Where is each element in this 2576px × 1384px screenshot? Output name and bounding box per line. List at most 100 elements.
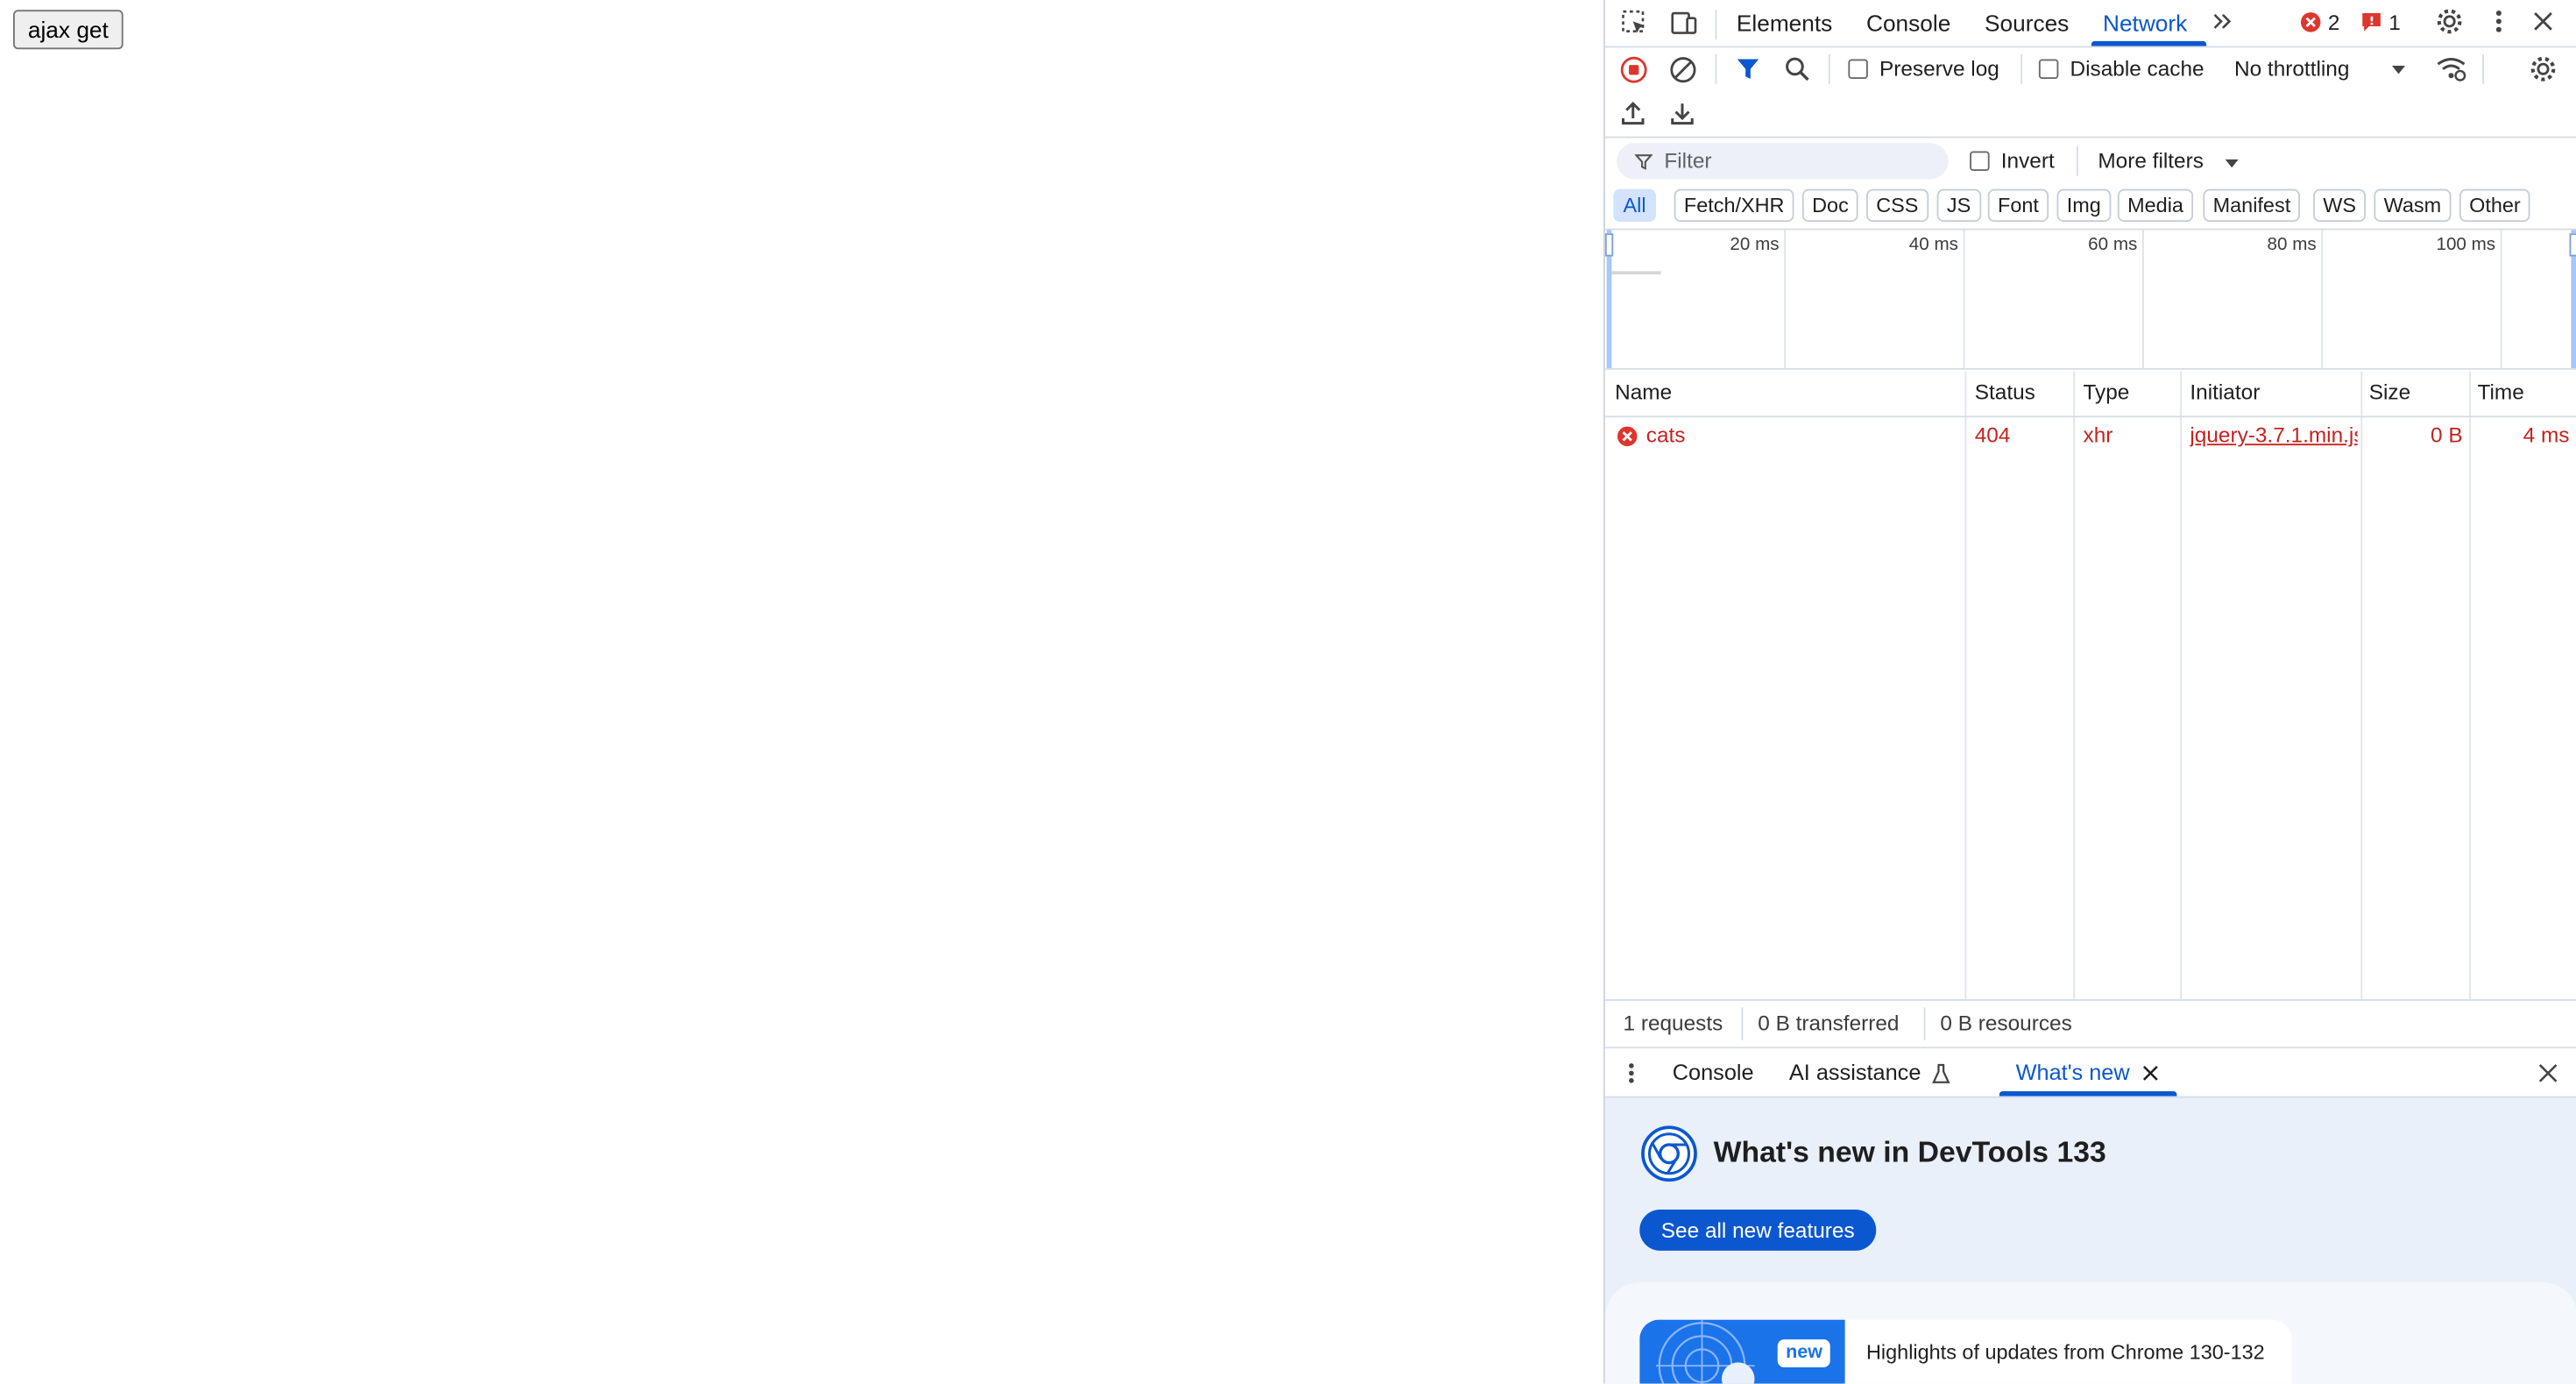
- drawer-menu-kebab-icon[interactable]: [1622, 1059, 1642, 1089]
- type-filter-font[interactable]: Font: [1988, 189, 2049, 223]
- disable-cache-checkbox[interactable]: [2039, 60, 2059, 80]
- dropdown-caret-icon: [2390, 62, 2407, 75]
- summary-requests: 1 requests: [1624, 1011, 1723, 1035]
- network-settings-gear-icon[interactable]: [2527, 53, 2560, 86]
- tab-console[interactable]: Console: [1866, 10, 1950, 36]
- divider: [1605, 46, 2576, 48]
- filter-input[interactable]: Filter: [1617, 143, 1949, 179]
- invert-checkbox[interactable]: [1970, 152, 1990, 172]
- timeline-gridline: [2142, 231, 2144, 369]
- toolbar-divider: [2077, 146, 2078, 176]
- type-filter-img[interactable]: Img: [2057, 189, 2112, 223]
- more-filters-button[interactable]: More filters: [2098, 148, 2204, 173]
- disable-cache-label: Disable cache: [2070, 56, 2204, 81]
- type-filter-doc[interactable]: Doc: [1802, 189, 1858, 223]
- column-initiator[interactable]: Initiator: [2190, 380, 2260, 404]
- search-icon[interactable]: [1781, 53, 1815, 86]
- error-count[interactable]: 2: [2328, 10, 2340, 34]
- column-divider: [2180, 372, 2182, 999]
- highlights-card-text: Highlights of updates from Chrome 130-13…: [1866, 1341, 2265, 1364]
- request-initiator-link[interactable]: jquery-3.7.1.min.js: [2190, 422, 2357, 447]
- more-tabs-chevron-icon[interactable]: [2210, 7, 2236, 37]
- toolbar-divider: [1716, 10, 1717, 39]
- throttling-value: No throttling: [2234, 56, 2349, 81]
- whats-new-panel: What's new in DevTools 133 See all new f…: [1605, 1098, 2576, 1384]
- timeline-tick: 20 ms: [1681, 235, 1780, 255]
- tab-network[interactable]: Network: [2103, 10, 2187, 36]
- drawer-tab-whats-new[interactable]: What's new: [2016, 1060, 2130, 1084]
- toolbar-divider: [1829, 54, 1830, 84]
- column-divider: [1965, 372, 1967, 999]
- type-filter-fetch-xhr[interactable]: Fetch/XHR: [1674, 189, 1794, 223]
- device-toolbar-icon[interactable]: [1667, 7, 1701, 40]
- highlights-card[interactable]: new Highlights of updates from Chrome 13…: [1639, 1320, 2291, 1384]
- preserve-log-checkbox[interactable]: [1848, 60, 1868, 80]
- timeline-tick: 80 ms: [2218, 235, 2317, 255]
- type-filter-css[interactable]: CSS: [1866, 189, 1928, 223]
- filter-funnel-small-icon: [1633, 152, 1653, 172]
- network-conditions-wifi-icon[interactable]: [2433, 53, 2469, 86]
- column-status[interactable]: Status: [1975, 380, 2035, 404]
- column-name[interactable]: Name: [1615, 380, 1672, 404]
- preserve-log-label: Preserve log: [1879, 56, 1999, 81]
- column-size[interactable]: Size: [2369, 380, 2410, 404]
- import-har-upload-icon[interactable]: [1617, 97, 1650, 131]
- timeline-grip-right[interactable]: [2570, 233, 2576, 256]
- inspect-element-icon[interactable]: [1618, 7, 1652, 40]
- close-drawer-icon[interactable]: [2535, 1060, 2561, 1086]
- column-type[interactable]: Type: [2084, 380, 2130, 404]
- highlights-card-image: new: [1639, 1320, 1844, 1384]
- issues-icon[interactable]: [2360, 10, 2382, 32]
- request-status: 404: [1975, 422, 2011, 447]
- timeline-request-bar: [1611, 271, 1660, 274]
- type-filter-all[interactable]: All: [1613, 189, 1656, 223]
- request-type: xhr: [2084, 422, 2113, 447]
- close-whats-new-tab-icon[interactable]: [2141, 1063, 2161, 1083]
- invert-label: Invert: [2001, 148, 2055, 173]
- tab-sources[interactable]: Sources: [1985, 10, 2069, 36]
- timeline-gridline: [2321, 231, 2323, 369]
- type-filter-wasm[interactable]: Wasm: [2374, 189, 2451, 223]
- throttling-select[interactable]: No throttling: [2219, 51, 2413, 87]
- more-options-kebab-icon[interactable]: [2486, 5, 2512, 39]
- ajax-get-button[interactable]: ajax get: [13, 10, 124, 49]
- filter-placeholder: Filter: [1664, 148, 1711, 173]
- clear-icon[interactable]: [1666, 53, 1699, 86]
- timeline-grip-left[interactable]: [1605, 233, 1613, 256]
- see-all-features-button[interactable]: See all new features: [1639, 1210, 1876, 1251]
- type-filter-media[interactable]: Media: [2118, 189, 2193, 223]
- summary-transferred: 0 B transferred: [1758, 1011, 1899, 1035]
- experiment-flask-icon: [1930, 1061, 1950, 1084]
- toolbar-divider: [2482, 54, 2484, 84]
- close-devtools-icon[interactable]: [2529, 5, 2558, 39]
- issues-count[interactable]: 1: [2388, 10, 2401, 34]
- column-divider: [2360, 372, 2362, 999]
- settings-gear-icon[interactable]: [2433, 5, 2466, 39]
- summary-resources: 0 B resources: [1940, 1011, 2071, 1035]
- type-filter-js[interactable]: JS: [1937, 189, 1981, 223]
- new-badge: new: [1778, 1339, 1831, 1367]
- error-icon: [1615, 424, 1638, 447]
- filter-funnel-icon[interactable]: [1731, 53, 1765, 86]
- record-stop-icon[interactable]: [1617, 53, 1650, 86]
- whats-new-title: What's new in DevTools 133: [1714, 1136, 2106, 1170]
- type-filter-ws[interactable]: WS: [2313, 189, 2366, 223]
- divider: [1605, 137, 2576, 138]
- type-filter-manifest[interactable]: Manifest: [2203, 189, 2300, 223]
- export-har-download-icon[interactable]: [1666, 97, 1699, 131]
- toolbar-divider: [2020, 54, 2022, 84]
- request-time: 4 ms: [2473, 422, 2570, 447]
- column-time[interactable]: Time: [2478, 380, 2524, 404]
- request-name[interactable]: cats: [1646, 422, 1686, 447]
- summary-divider: [1742, 1007, 1744, 1040]
- drawer-tab-ai-assistance[interactable]: AI assistance: [1789, 1060, 1921, 1084]
- column-divider: [2469, 372, 2471, 999]
- tab-elements[interactable]: Elements: [1737, 10, 1832, 36]
- more-filters-caret-icon[interactable]: [2223, 156, 2240, 169]
- summary-divider: [1924, 1007, 1926, 1040]
- error-icon[interactable]: [2298, 10, 2321, 32]
- type-filter-other[interactable]: Other: [2459, 189, 2530, 223]
- drawer-tab-console[interactable]: Console: [1673, 1060, 1754, 1084]
- toolbar-divider: [1716, 54, 1717, 84]
- timeline-tick: 40 ms: [1860, 235, 1959, 255]
